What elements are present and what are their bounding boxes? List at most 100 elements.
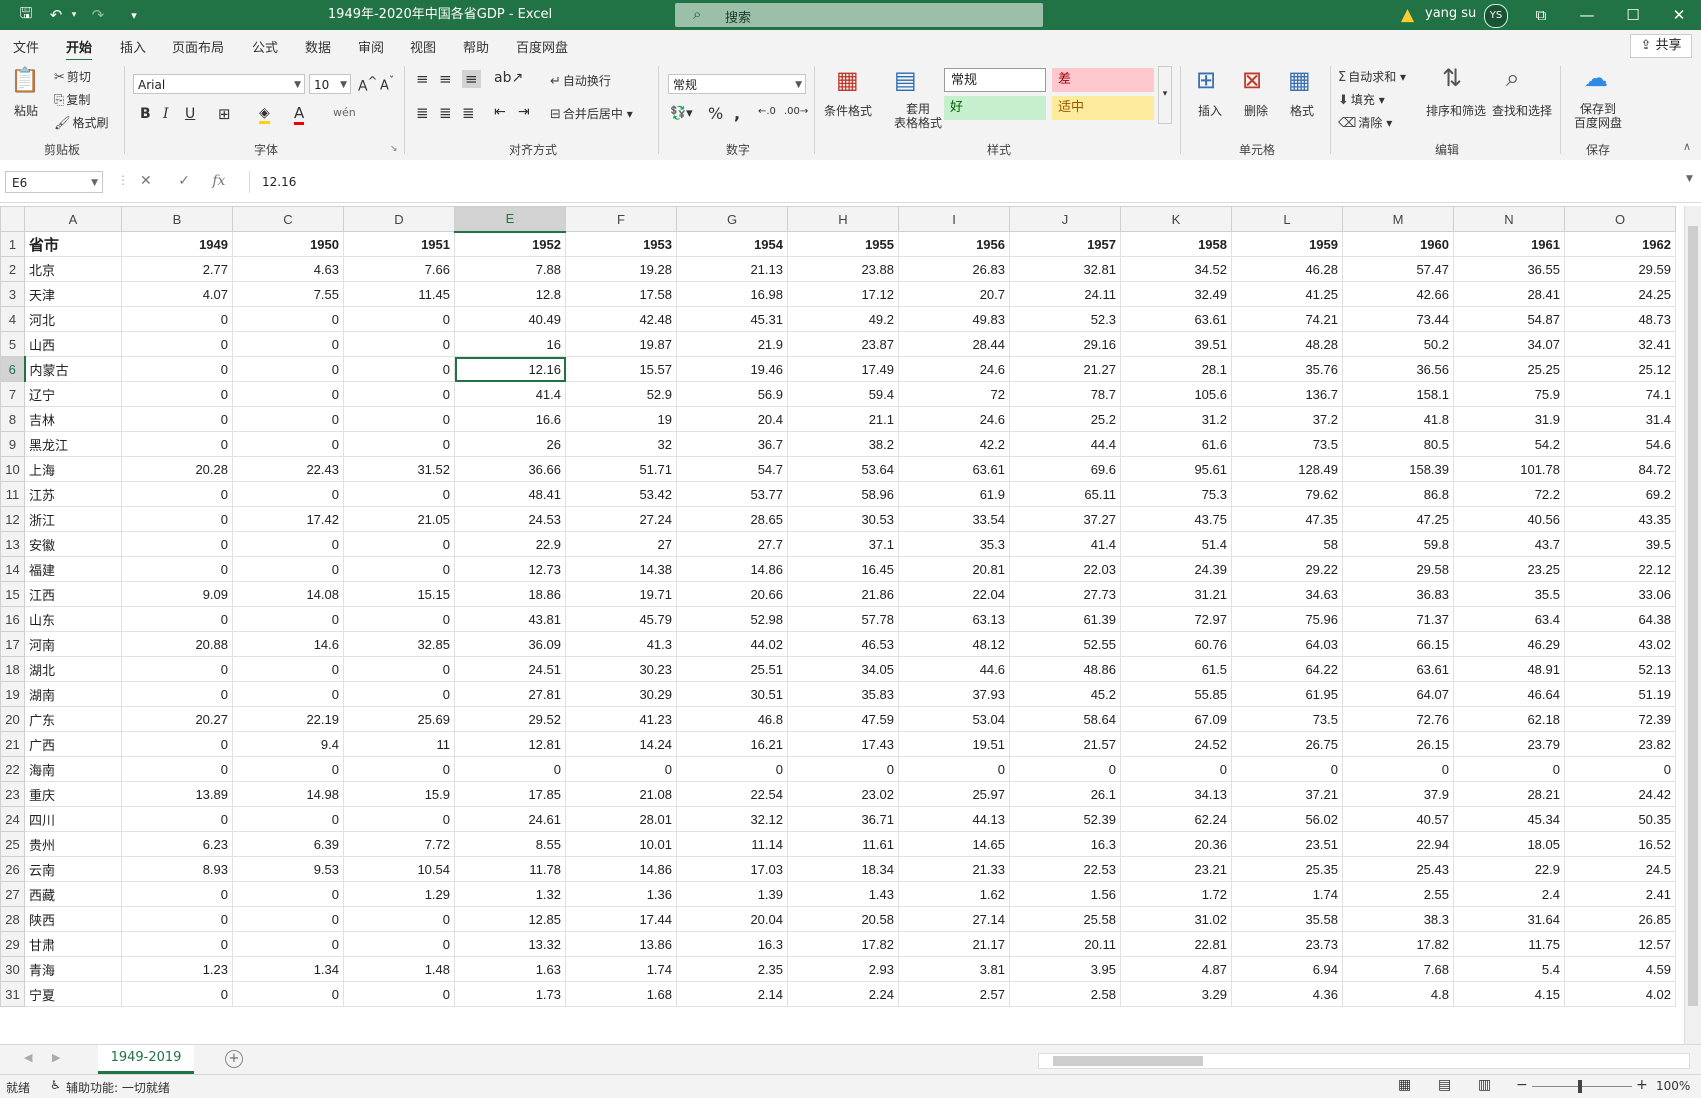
cell[interactable]: 25.51 bbox=[676, 656, 788, 682]
cell[interactable]: 12.8 bbox=[454, 281, 566, 307]
cell[interactable]: 0 bbox=[343, 806, 455, 832]
accessibility-status[interactable]: 辅助功能: 一切就绪 bbox=[66, 1079, 170, 1096]
comma-style-icon[interactable]: , bbox=[734, 104, 740, 123]
save-icon[interactable]: 🖫 bbox=[14, 4, 38, 26]
cell[interactable]: 1.34 bbox=[232, 956, 344, 982]
insert-function-icon[interactable]: fx bbox=[212, 173, 225, 189]
cell[interactable]: 1956 bbox=[898, 231, 1010, 257]
cell[interactable]: 0 bbox=[121, 381, 233, 407]
cell[interactable]: 31.4 bbox=[1564, 406, 1676, 432]
cell[interactable]: 24.11 bbox=[1009, 281, 1121, 307]
cell[interactable]: 21.57 bbox=[1009, 731, 1121, 757]
cell[interactable]: 20.11 bbox=[1009, 931, 1121, 957]
row-header[interactable]: 3 bbox=[0, 281, 25, 307]
cell[interactable]: 0 bbox=[343, 656, 455, 682]
cell[interactable]: 53.64 bbox=[787, 456, 899, 482]
cell[interactable]: 61.39 bbox=[1009, 606, 1121, 632]
cell[interactable]: 12.16 bbox=[454, 356, 566, 382]
cell[interactable]: 38.3 bbox=[1342, 906, 1454, 932]
cell[interactable]: 云南 bbox=[24, 856, 122, 882]
cell[interactable]: 13.89 bbox=[121, 781, 233, 807]
cell[interactable]: 1.36 bbox=[565, 881, 677, 907]
cell[interactable]: 江西 bbox=[24, 581, 122, 607]
cell[interactable]: 浙江 bbox=[24, 506, 122, 532]
find-select-button[interactable]: 查找和选择 bbox=[1492, 102, 1552, 119]
cell[interactable]: 16.52 bbox=[1564, 831, 1676, 857]
column-header[interactable]: A bbox=[24, 206, 122, 232]
cell[interactable]: 0 bbox=[343, 681, 455, 707]
cell[interactable]: 73.44 bbox=[1342, 306, 1454, 332]
row-header[interactable]: 23 bbox=[0, 781, 25, 807]
cell[interactable]: 0 bbox=[121, 406, 233, 432]
cell[interactable]: 11.75 bbox=[1453, 931, 1565, 957]
cell[interactable]: 61.6 bbox=[1120, 431, 1232, 457]
cell[interactable]: 2.93 bbox=[787, 956, 899, 982]
cell[interactable]: 66.15 bbox=[1342, 631, 1454, 657]
cell[interactable]: 48.86 bbox=[1009, 656, 1121, 682]
cell[interactable]: 0 bbox=[1009, 756, 1121, 782]
cell[interactable]: 2.77 bbox=[121, 256, 233, 282]
cell[interactable]: 0 bbox=[232, 356, 344, 382]
cell[interactable]: 37.9 bbox=[1342, 781, 1454, 807]
zoom-out-icon[interactable]: − bbox=[1516, 1077, 1528, 1093]
cell[interactable]: 吉林 bbox=[24, 406, 122, 432]
cell[interactable]: 101.78 bbox=[1453, 456, 1565, 482]
cell[interactable]: 63.61 bbox=[1342, 656, 1454, 682]
cell[interactable]: 61.5 bbox=[1120, 656, 1232, 682]
cell[interactable]: 10.54 bbox=[343, 856, 455, 882]
cell[interactable]: 14.86 bbox=[565, 856, 677, 882]
cell[interactable]: 2.58 bbox=[1009, 981, 1121, 1007]
tab-file[interactable]: 文件 bbox=[13, 37, 39, 56]
conditional-format-icon[interactable]: ▦ bbox=[836, 66, 859, 94]
cell[interactable]: 0 bbox=[343, 331, 455, 357]
column-header[interactable]: C bbox=[232, 206, 344, 232]
cell[interactable]: 21.05 bbox=[343, 506, 455, 532]
cell[interactable]: 22.43 bbox=[232, 456, 344, 482]
cell[interactable]: 4.02 bbox=[1564, 981, 1676, 1007]
cell[interactable]: 74.21 bbox=[1231, 306, 1343, 332]
cell[interactable]: 32.85 bbox=[343, 631, 455, 657]
column-header[interactable]: L bbox=[1231, 206, 1343, 232]
cell[interactable]: 72.76 bbox=[1342, 706, 1454, 732]
column-header[interactable]: K bbox=[1120, 206, 1232, 232]
cell[interactable]: 0 bbox=[121, 481, 233, 507]
cell[interactable]: 35.76 bbox=[1231, 356, 1343, 382]
cell[interactable]: 35.58 bbox=[1231, 906, 1343, 932]
cell[interactable]: 广东 bbox=[24, 706, 122, 732]
row-header[interactable]: 27 bbox=[0, 881, 25, 907]
cell[interactable]: 22.04 bbox=[898, 581, 1010, 607]
cell[interactable]: 19.71 bbox=[565, 581, 677, 607]
align-left-icon[interactable]: ≣ bbox=[416, 104, 429, 122]
cell[interactable]: 1960 bbox=[1342, 231, 1454, 257]
cell[interactable]: 32 bbox=[565, 431, 677, 457]
align-center-icon[interactable]: ≣ bbox=[439, 104, 452, 122]
cell[interactable]: 24.5 bbox=[1564, 856, 1676, 882]
cell[interactable]: 1957 bbox=[1009, 231, 1121, 257]
cell[interactable]: 1.56 bbox=[1009, 881, 1121, 907]
cell[interactable]: 7.66 bbox=[343, 256, 455, 282]
column-header[interactable]: E bbox=[454, 206, 566, 233]
row-header[interactable]: 15 bbox=[0, 581, 25, 607]
cell[interactable]: 27.7 bbox=[676, 531, 788, 557]
cell[interactable]: 24.53 bbox=[454, 506, 566, 532]
paste-icon[interactable]: 📋 bbox=[10, 66, 40, 94]
tab-view[interactable]: 视图 bbox=[410, 37, 436, 56]
cell[interactable]: 20.4 bbox=[676, 406, 788, 432]
cell[interactable]: 2.4 bbox=[1453, 881, 1565, 907]
zoom-slider[interactable] bbox=[1532, 1086, 1632, 1087]
cell[interactable]: 4.36 bbox=[1231, 981, 1343, 1007]
cell[interactable]: 27.14 bbox=[898, 906, 1010, 932]
cell[interactable]: 25.25 bbox=[1453, 356, 1565, 382]
cell[interactable]: 31.64 bbox=[1453, 906, 1565, 932]
cell[interactable]: 14.24 bbox=[565, 731, 677, 757]
accounting-format-icon[interactable]: 💱▾ bbox=[670, 106, 693, 121]
cell[interactable]: 158.1 bbox=[1342, 381, 1454, 407]
cell[interactable]: 49.2 bbox=[787, 306, 899, 332]
cell[interactable]: 25.12 bbox=[1564, 356, 1676, 382]
cell[interactable]: 17.85 bbox=[454, 781, 566, 807]
cell[interactable]: 0 bbox=[232, 881, 344, 907]
cell[interactable]: 0 bbox=[343, 981, 455, 1007]
cell[interactable]: 4.87 bbox=[1120, 956, 1232, 982]
cell[interactable]: 15.15 bbox=[343, 581, 455, 607]
horizontal-scroll-thumb[interactable] bbox=[1053, 1056, 1203, 1066]
